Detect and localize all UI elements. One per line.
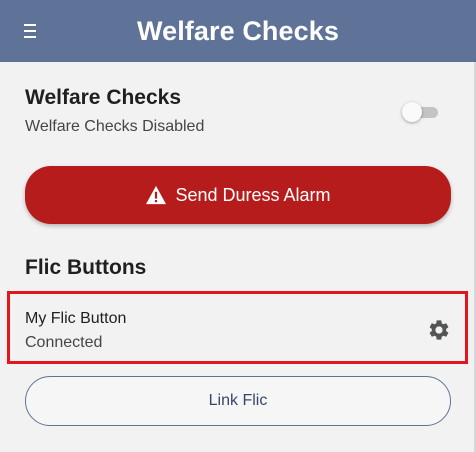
app-bar: Welfare Checks: [0, 0, 476, 62]
main-content: Welfare Checks Welfare Checks Disabled S…: [0, 62, 476, 452]
flic-button-name: My Flic Button: [25, 310, 127, 327]
warning-triangle-icon: [146, 185, 167, 205]
flic-buttons-heading: Flic Buttons: [25, 256, 147, 279]
hamburger-menu-icon[interactable]: [24, 24, 36, 38]
welfare-checks-title: Welfare Checks: [25, 86, 182, 109]
send-duress-alarm-label: Send Duress Alarm: [175, 184, 331, 205]
app-bar-title: Welfare Checks: [136, 15, 339, 46]
gear-icon[interactable]: [427, 318, 451, 342]
flic-button-list-item[interactable]: My Flic Button Connected: [7, 291, 468, 364]
link-flic-button[interactable]: Link Flic: [25, 376, 451, 426]
send-duress-alarm-button[interactable]: Send Duress Alarm: [25, 166, 451, 224]
toggle-thumb: [402, 102, 422, 122]
welfare-checks-toggle[interactable]: [402, 102, 438, 122]
flic-button-status: Connected: [25, 334, 103, 351]
welfare-checks-status: Welfare Checks Disabled: [25, 118, 205, 135]
